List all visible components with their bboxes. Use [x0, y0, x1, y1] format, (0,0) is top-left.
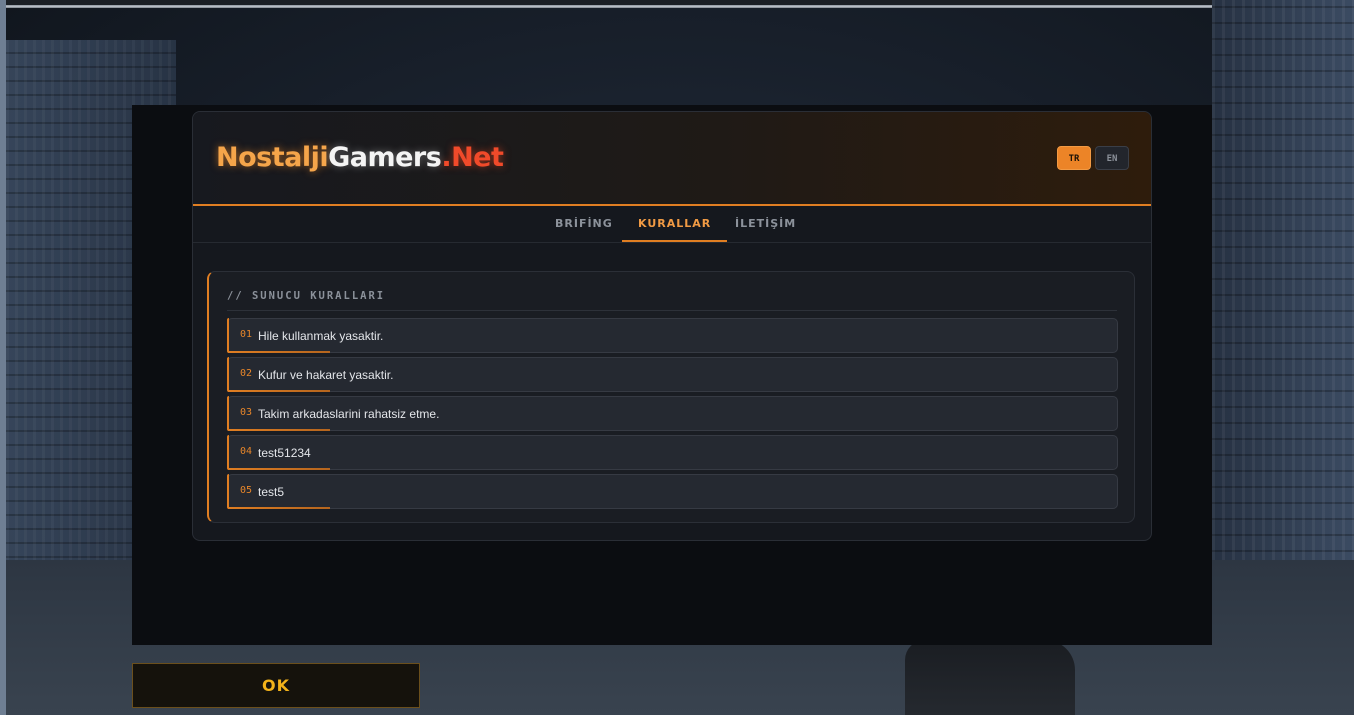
logo-part-gamers: Gamers — [328, 142, 442, 173]
rule-item: 01 Hile kullanmak yasaktir. — [227, 318, 1118, 353]
divider — [227, 310, 1117, 311]
rule-text: test5 — [258, 485, 285, 499]
rule-item: 03 Takim arkadaslarini rahatsiz etme. — [227, 396, 1118, 431]
tab-iletisim[interactable]: İLETİŞİM — [735, 206, 796, 241]
rule-number: 03 — [240, 407, 253, 418]
rule-number: 01 — [240, 329, 253, 340]
rule-number: 04 — [240, 446, 253, 457]
rule-text: test51234 — [258, 446, 311, 460]
nav-tabs: BRİFİNG KURALLAR İLETİŞİM — [193, 206, 1151, 243]
window-left-edge — [0, 0, 6, 715]
rules-panel-title: // SUNUCU KURALLARI — [227, 290, 386, 302]
rule-text: Kufur ve hakaret yasaktir. — [258, 368, 394, 382]
rule-number: 02 — [240, 368, 253, 379]
rule-item: 04 test51234 — [227, 435, 1118, 470]
tab-kurallar[interactable]: KURALLAR — [622, 206, 728, 242]
motd-card: NostaljiGamers.Net TR EN BRİFİNG KURALLA… — [192, 111, 1152, 541]
tab-brifing[interactable]: BRİFİNG — [555, 206, 613, 241]
language-button-en[interactable]: EN — [1095, 146, 1129, 170]
background-weapon — [905, 640, 1075, 715]
background-wall-right — [1212, 0, 1354, 600]
rule-item: 02 Kufur ve hakaret yasaktir. — [227, 357, 1118, 392]
motd-frame: NostaljiGamers.Net TR EN BRİFİNG KURALLA… — [132, 105, 1212, 645]
rule-item: 05 test5 — [227, 474, 1118, 509]
rule-text: Hile kullanmak yasaktir. — [258, 329, 384, 343]
site-logo: NostaljiGamers.Net — [216, 142, 504, 173]
logo-part-nostalji: Nostalji — [216, 142, 329, 173]
logo-part-net: .Net — [441, 142, 504, 173]
rule-number: 05 — [240, 485, 253, 496]
window-top-edge — [0, 0, 1354, 8]
language-button-tr[interactable]: TR — [1057, 146, 1091, 170]
ok-button[interactable]: OK — [132, 663, 420, 708]
rules-panel: // SUNUCU KURALLARI 01 Hile kullanmak ya… — [207, 271, 1135, 523]
rule-text: Takim arkadaslarini rahatsiz etme. — [258, 407, 440, 421]
site-header: NostaljiGamers.Net TR EN — [193, 112, 1151, 206]
